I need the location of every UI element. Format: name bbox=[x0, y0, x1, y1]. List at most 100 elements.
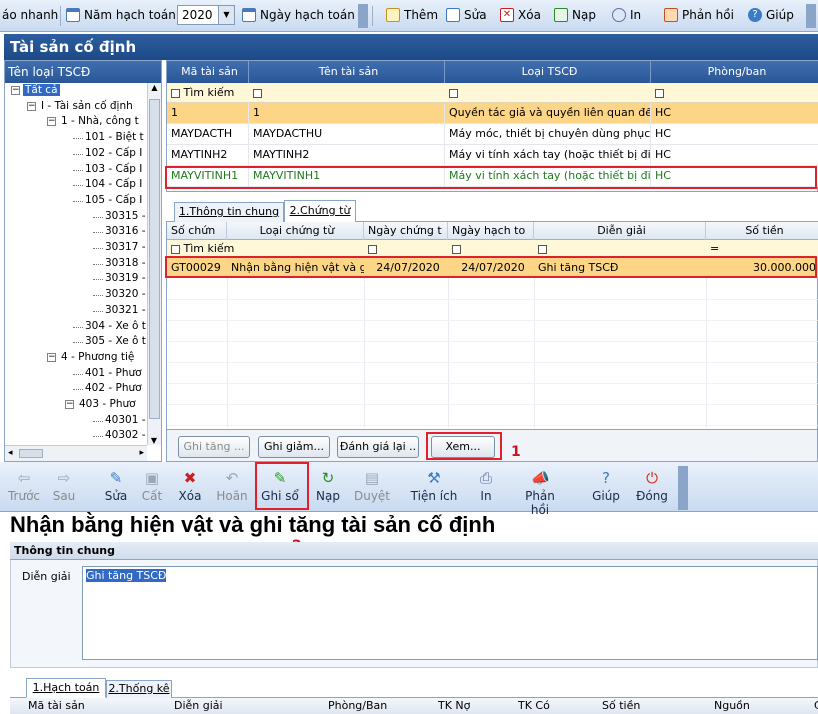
column-header[interactable]: Phòng/Ban bbox=[324, 698, 387, 714]
tree-node[interactable]: −4 - Phương tiệ bbox=[5, 350, 147, 366]
tree-node[interactable]: 30316 - bbox=[5, 224, 147, 240]
quick-access-button[interactable]: áo nhanh bbox=[2, 6, 58, 24]
column-header[interactable]: Ngày hạch to bbox=[448, 222, 534, 240]
column-header[interactable]: Mã tài sản bbox=[167, 61, 249, 83]
tree-node[interactable]: 30315 - bbox=[5, 209, 147, 225]
column-header[interactable]: Số chứn bbox=[167, 222, 227, 240]
column-header[interactable]: Số tiền bbox=[598, 698, 640, 714]
filter-cell[interactable] bbox=[249, 83, 445, 103]
collapse-icon[interactable]: − bbox=[47, 352, 56, 362]
delete-button[interactable]: ✕ Xóa bbox=[500, 6, 541, 24]
tree-node-label: 30315 - bbox=[105, 209, 146, 222]
toolbar-button[interactable]: ⇨ Sau bbox=[42, 466, 86, 510]
column-header[interactable]: Loại TSCĐ bbox=[445, 61, 651, 83]
column-header[interactable]: Mã tài sản bbox=[24, 698, 85, 714]
table-cell: MAYDACTHU bbox=[249, 124, 445, 144]
add-button[interactable]: Thêm bbox=[386, 6, 438, 24]
filter-cell[interactable] bbox=[445, 83, 651, 103]
edit-button[interactable]: Sửa bbox=[446, 6, 487, 24]
table-cell: Quyền tác giả và quyền liên quan đến bbox=[445, 103, 651, 123]
toolbar-button-label: Sau bbox=[52, 489, 76, 503]
desc-field[interactable]: Ghi tăng TSCĐ bbox=[82, 566, 818, 660]
tree-node[interactable]: 305 - Xe ô t bbox=[5, 334, 147, 350]
toolbar-button[interactable]: ↶ Hoãn bbox=[210, 466, 254, 510]
feedback-button[interactable]: Phản hồi bbox=[664, 6, 734, 24]
toolbar-button[interactable]: ⚒ Tiện ích bbox=[406, 466, 462, 510]
table-row[interactable]: 1 1 Quyền tác giả và quyền liên quan đến HC bbox=[167, 103, 818, 124]
tab-vouchers[interactable]: 2.Chứng từ bbox=[284, 200, 356, 223]
tree-node[interactable]: 30318 - bbox=[5, 256, 147, 272]
toolbar-button[interactable]: ⇦ Trước bbox=[2, 466, 46, 510]
tree-node[interactable]: 40301 - bbox=[5, 413, 147, 429]
tree-node[interactable]: − Tất cả bbox=[5, 83, 147, 99]
column-header[interactable]: Tên tài sản bbox=[249, 61, 445, 83]
toolbar-button[interactable]: ▤ Duyệt bbox=[350, 466, 394, 510]
chevron-down-icon[interactable]: ▼ bbox=[218, 6, 234, 24]
column-header[interactable]: Phòng/ban bbox=[651, 61, 818, 83]
posting-date-button[interactable]: Ngày hạch toán bbox=[242, 6, 355, 24]
tree-node[interactable]: 402 - Phươ bbox=[5, 381, 147, 397]
tree-hscroll[interactable]: ◂ ▸ bbox=[5, 445, 147, 461]
tree-node[interactable]: 30317 - bbox=[5, 240, 147, 256]
tree-node[interactable]: 30321 - bbox=[5, 303, 147, 319]
column-header[interactable]: C bbox=[810, 698, 818, 714]
collapse-icon[interactable]: − bbox=[65, 400, 74, 409]
column-header[interactable]: TK Có bbox=[514, 698, 550, 714]
toolbar-button[interactable]: ✖ Xóa bbox=[168, 466, 212, 510]
column-header[interactable]: Loại chứng từ bbox=[227, 222, 364, 240]
year-select[interactable]: 2020 ▼ bbox=[177, 5, 235, 25]
reload-button[interactable]: Nạp bbox=[554, 6, 596, 24]
tree-node[interactable]: 304 - Xe ô t bbox=[5, 319, 147, 335]
toolbar-button[interactable]: ⏻ Đóng bbox=[630, 466, 674, 510]
revalue-button[interactable]: Đánh giá lại .. bbox=[337, 436, 419, 458]
collapse-icon[interactable]: − bbox=[27, 101, 36, 111]
scroll-thumb[interactable] bbox=[149, 99, 160, 419]
table-row[interactable]: MAYTINH2 MAYTINH2 Máy vi tính xách tay (ho… bbox=[167, 145, 818, 166]
tree-node[interactable]: 102 - Cấp I bbox=[5, 146, 147, 162]
increase-asset-button[interactable]: Ghi tăng ... bbox=[178, 436, 250, 458]
table-cell: Máy vi tính xách tay (hoặc thiết bị điện bbox=[445, 145, 651, 165]
refresh-icon: ↻ bbox=[321, 469, 335, 487]
filter-cell[interactable] bbox=[651, 83, 818, 103]
voucher-grid: Số chứn Loại chứng từ Ngày chứng t Ngày … bbox=[166, 222, 818, 430]
tree-vscroll[interactable]: ▲ ▼ bbox=[147, 83, 161, 445]
decrease-asset-button[interactable]: Ghi giảm... bbox=[258, 436, 330, 458]
toolbar-overflow-icon[interactable] bbox=[678, 466, 688, 510]
collapse-icon[interactable]: − bbox=[47, 117, 56, 127]
column-header[interactable]: Diễn giải bbox=[170, 698, 223, 714]
tab-accounting[interactable]: 1.Hạch toán bbox=[26, 678, 106, 698]
tree-node[interactable]: 401 - Phươ bbox=[5, 366, 147, 382]
table-row[interactable]: MAYDACTH MAYDACTHU Máy móc, thiết bị chuyê… bbox=[167, 124, 818, 145]
column-header[interactable]: Số tiền bbox=[706, 222, 818, 240]
column-header[interactable]: Diễn giải bbox=[534, 222, 706, 240]
tree-node[interactable]: −1 - Nhà, công t bbox=[5, 114, 147, 130]
toolbar-button[interactable]: 📣 Phản hồi bbox=[518, 466, 562, 517]
tree-node[interactable]: 30319 - bbox=[5, 271, 147, 287]
tree-node-label: 305 - Xe ô t bbox=[85, 335, 146, 348]
tree-node[interactable]: 30320 - bbox=[5, 287, 147, 303]
tree-node[interactable]: 103 - Cấp I bbox=[5, 162, 147, 178]
column-header[interactable]: Nguồn bbox=[710, 698, 750, 714]
tree-node[interactable]: 104 - Cấp I bbox=[5, 177, 147, 193]
toolbar-button[interactable]: ? Giúp bbox=[584, 466, 628, 510]
tree-connector bbox=[73, 185, 83, 187]
toolbar-overflow-icon[interactable] bbox=[358, 4, 368, 28]
tree-node[interactable]: 40302 - bbox=[5, 428, 147, 444]
tree-node[interactable]: 101 - Biệt t bbox=[5, 130, 147, 146]
close-icon: ⏻ bbox=[646, 469, 658, 487]
toolbar-button[interactable]: ↻ Nạp bbox=[306, 466, 350, 510]
print-button[interactable]: In bbox=[612, 6, 641, 24]
toolbar-button[interactable]: ⎙ In bbox=[464, 466, 508, 510]
column-header[interactable]: Ngày chứng t bbox=[364, 222, 448, 240]
arrow-left-icon: ⇦ bbox=[17, 469, 31, 487]
search-filter[interactable]: Tìm kiếm bbox=[167, 83, 249, 103]
tree-node[interactable]: 105 - Cấp I bbox=[5, 193, 147, 209]
collapse-icon[interactable]: − bbox=[11, 86, 20, 95]
tree-node[interactable]: − I - Tài sản cố định bbox=[5, 99, 147, 115]
column-header[interactable]: TK Nợ bbox=[434, 698, 470, 714]
help-button[interactable]: ? Giúp bbox=[748, 6, 794, 24]
tab-statistics[interactable]: 2.Thống kê bbox=[106, 680, 172, 698]
tab-general-info[interactable]: 1.Thông tin chung bbox=[174, 202, 284, 222]
tree-node[interactable]: −403 - Phươ bbox=[5, 397, 147, 413]
toolbar-overflow-icon[interactable] bbox=[806, 4, 816, 28]
